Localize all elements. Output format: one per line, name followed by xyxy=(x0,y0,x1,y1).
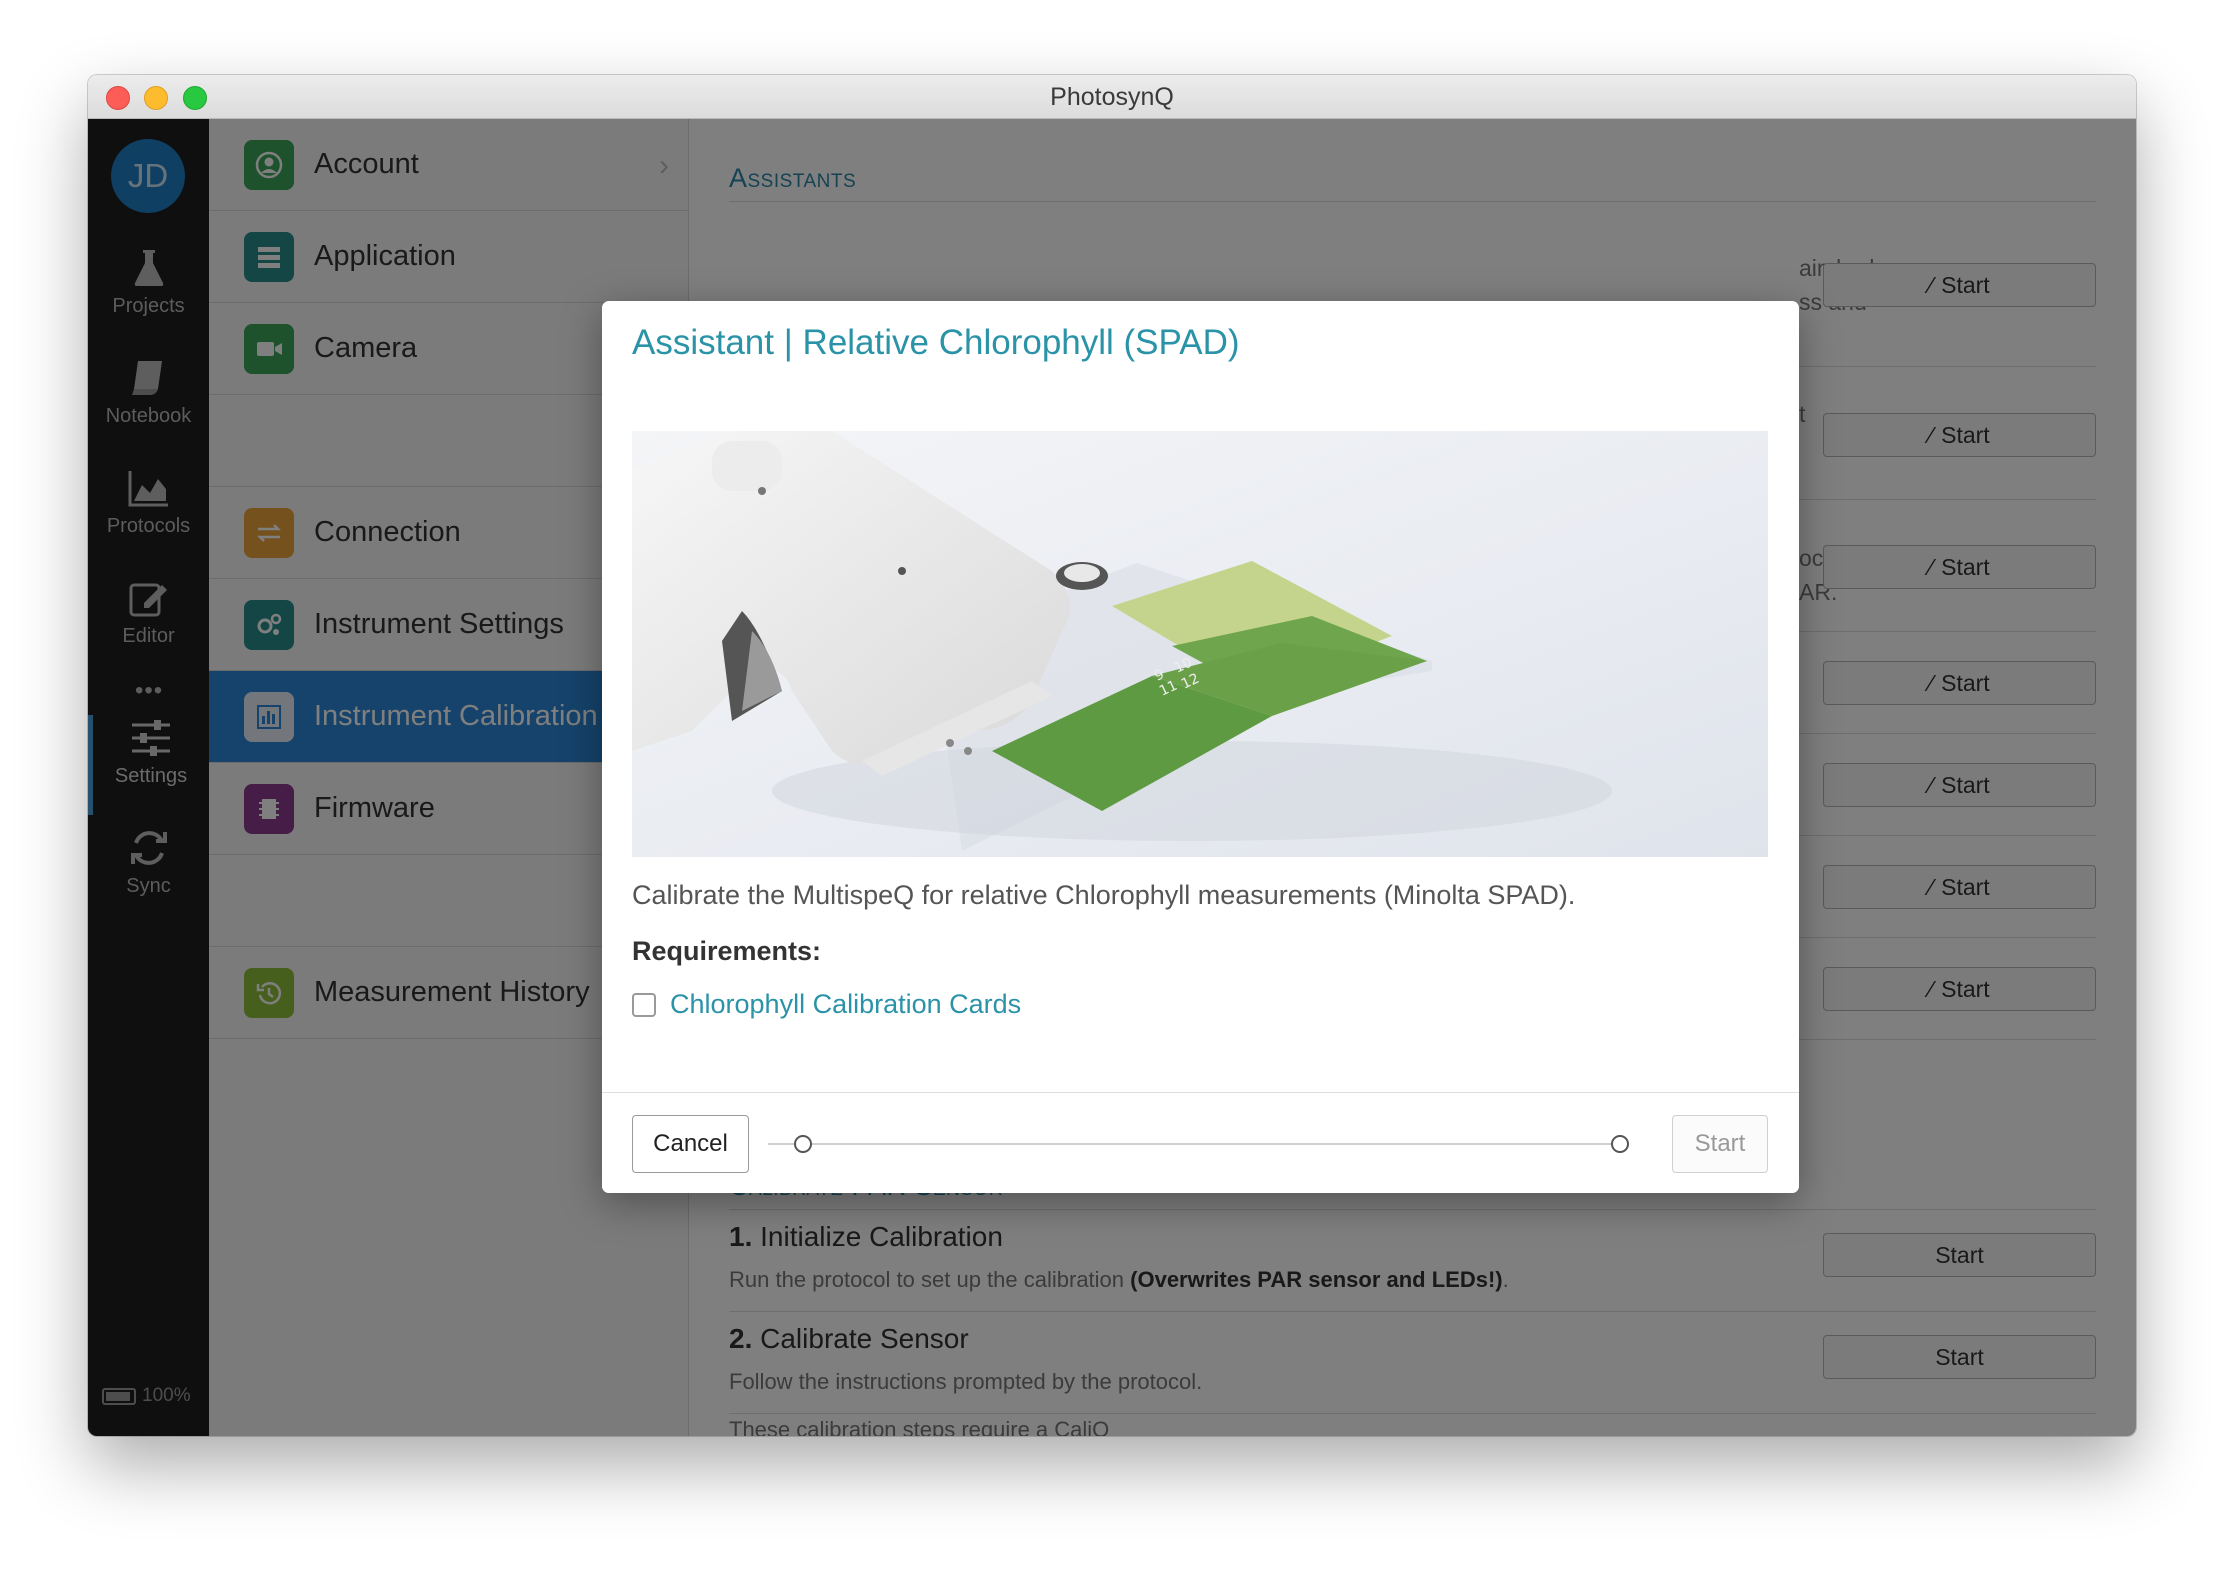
title-bar: PhotosynQ xyxy=(88,75,2136,119)
requirement-link[interactable]: Chlorophyll Calibration Cards xyxy=(670,989,1021,1020)
wizard-step-dot-start xyxy=(794,1135,812,1153)
wizard-progress-line xyxy=(768,1143,1624,1145)
modal-description: Calibrate the MultispeQ for relative Chl… xyxy=(632,880,1576,910)
start-button[interactable]: Start xyxy=(1672,1115,1768,1173)
spad-device-image: 9 10 11 12 xyxy=(632,431,1768,857)
cancel-button[interactable]: Cancel xyxy=(632,1115,749,1173)
modal-title: Assistant | Relative Chlorophyll (SPAD) xyxy=(632,323,1240,362)
assistant-modal: Assistant | Relative Chlorophyll (SPAD) xyxy=(602,301,1799,1193)
app-content: JD Projects Notebook Protocol xyxy=(88,119,2136,1436)
requirements-title: Requirements: xyxy=(632,936,822,966)
app-window: PhotosynQ JD Projects Notebook xyxy=(88,75,2136,1436)
requirement-checkbox[interactable] xyxy=(632,992,656,1017)
requirement-row: Chlorophyll Calibration Cards xyxy=(632,989,1021,1020)
window-title: PhotosynQ xyxy=(1050,83,1174,111)
modal-footer: Cancel Start xyxy=(602,1092,1799,1193)
wizard-step-dot-end xyxy=(1611,1135,1629,1153)
